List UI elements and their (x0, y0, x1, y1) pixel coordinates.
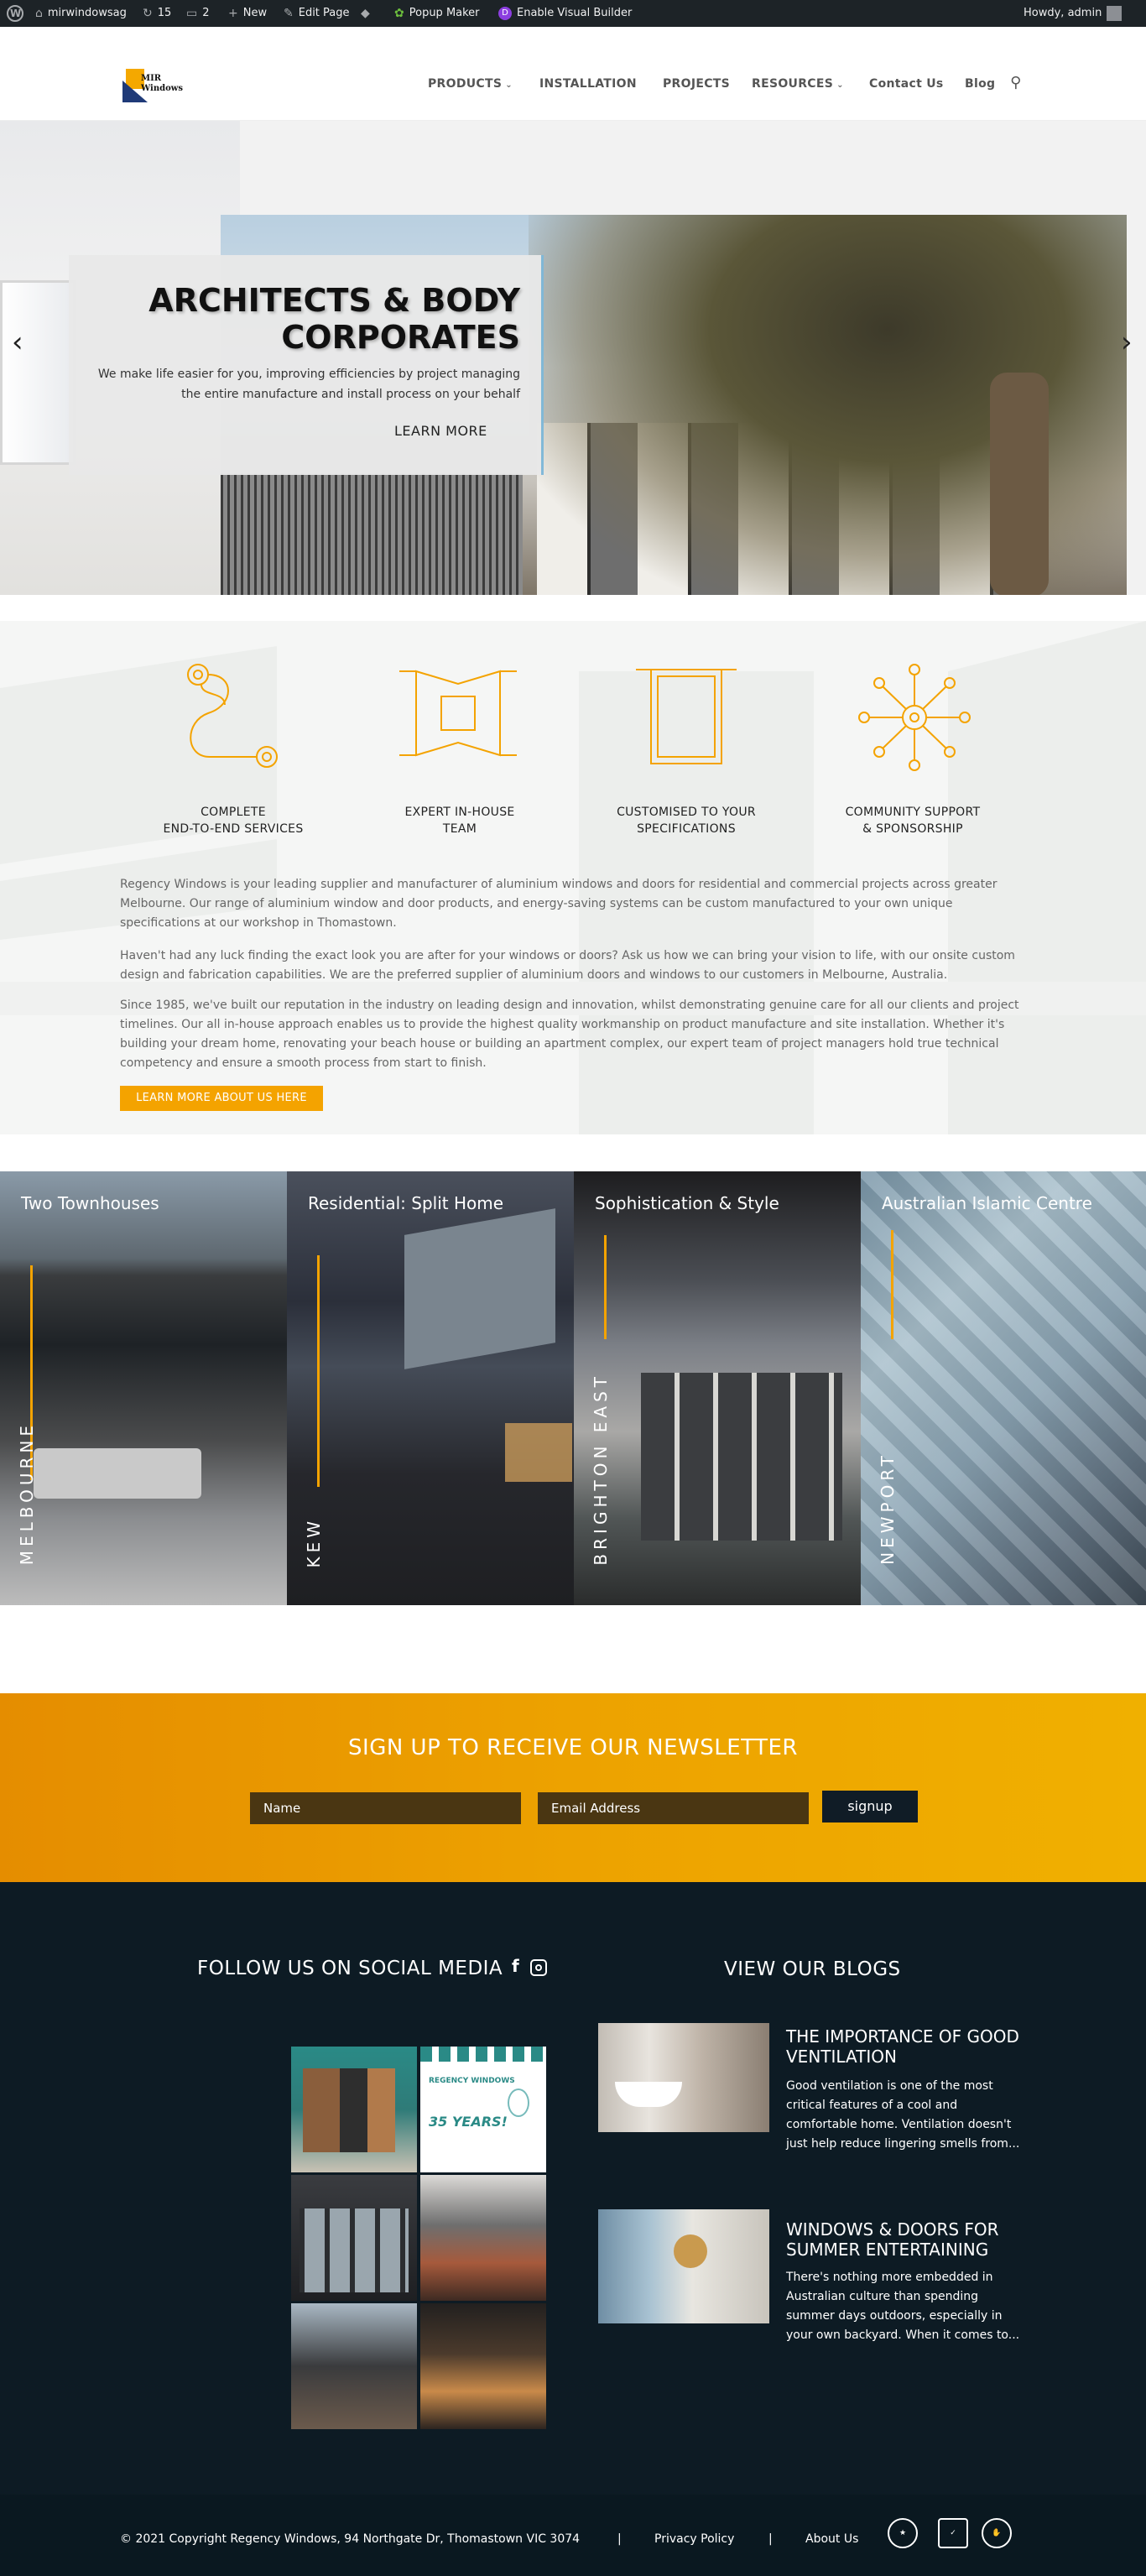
about-paragraph: Regency Windows is your leading supplier… (120, 878, 998, 930)
blog-thumbnail[interactable] (598, 2023, 769, 2132)
wordpress-logo-icon[interactable] (7, 0, 23, 27)
project-card[interactable]: Australian Islamic Centre NEWPORT (861, 1171, 1146, 1605)
project-card[interactable]: Two Townhouses MELBOURNE (0, 1171, 287, 1605)
user-menu[interactable]: Howdy, admin (1024, 0, 1123, 27)
updates-link[interactable]: ↻ 15 (143, 0, 171, 27)
copyright-text: © 2021 Copyright Regency Windows, 94 Nor… (120, 2532, 581, 2546)
project-location: BRIGHTON EAST (591, 1373, 611, 1566)
instagram-tile[interactable]: REGENCY WINDOWS 35 YEARS! (420, 2047, 546, 2172)
blogs-title: VIEW OUR BLOGS (724, 1958, 901, 1980)
instagram-tile[interactable] (291, 2303, 417, 2429)
blog-post-title[interactable]: WINDOWS & DOORS FOR SUMMER ENTERTAINING (786, 2219, 1021, 2260)
about-paragraph: Haven't had any luck finding the exact l… (120, 949, 1015, 982)
instagram-tile[interactable] (291, 2047, 417, 2172)
privacy-policy-link[interactable]: Privacy Policy (654, 2532, 734, 2546)
pencil-icon: ✎ (284, 7, 294, 20)
name-field[interactable]: Name (250, 1792, 521, 1824)
footer-widgets: FOLLOW US ON SOCIAL MEDIA f REGENCY WIND… (0, 1882, 1146, 2495)
popup-maker-link[interactable]: ✿ Popup Maker (394, 0, 480, 27)
site-logo[interactable]: MIR Windows (122, 65, 185, 106)
diamond-link[interactable]: ◆ (361, 0, 370, 27)
footer-bottom-bar: © 2021 Copyright Regency Windows, 94 Nor… (0, 2495, 1146, 2576)
certification-badge-icon: ★ (888, 2518, 918, 2548)
home-icon: ⌂ (35, 7, 43, 20)
refresh-icon: ↻ (143, 7, 153, 20)
new-link[interactable]: + New (228, 0, 267, 27)
hero-subtitle: We make life easier for you, improving e… (97, 368, 520, 401)
project-location: NEWPORT (878, 1452, 898, 1565)
nav-installation[interactable]: INSTALLATION (539, 77, 637, 91)
hero-learn-more-button[interactable]: LEARN MORE (394, 423, 487, 439)
hero-slider: ARCHITECTS & BODY CORPORATES We make life… (0, 121, 1146, 595)
newsletter-section: SIGN UP TO RECEIVE OUR NEWSLETTER Name E… (0, 1693, 1146, 1882)
project-title: Residential: Split Home (308, 1193, 504, 1213)
email-field[interactable]: Email Address (538, 1792, 809, 1824)
window-icon (399, 670, 517, 757)
nav-blog[interactable]: Blog (965, 77, 995, 91)
feature-label: COMMUNITY SUPPORT & SPONSORSHIP (845, 806, 981, 836)
instagram-icon[interactable] (530, 1959, 547, 1976)
nav-contact[interactable]: Contact Us (869, 77, 944, 91)
learn-more-about-us-button[interactable]: LEARN MORE ABOUT US HERE (120, 1086, 323, 1111)
newsletter-title: SIGN UP TO RECEIVE OUR NEWSLETTER (348, 1735, 798, 1760)
blog-excerpt: There's nothing more embedded in Austral… (786, 2271, 1020, 2342)
project-accent-bar (317, 1255, 320, 1487)
popup-maker-icon: ✿ (394, 7, 404, 20)
instagram-tile[interactable] (291, 2175, 417, 2301)
blog-excerpt: Good ventilation is one of the most crit… (786, 2079, 1020, 2151)
about-us-link[interactable]: About Us (805, 2532, 858, 2546)
project-location: KEW (304, 1517, 324, 1568)
comments-link[interactable]: ▭ 2 (186, 0, 210, 27)
visual-builder-link[interactable]: D Enable Visual Builder (498, 0, 632, 27)
feature-label: EXPERT IN-HOUSE TEAM (404, 806, 515, 836)
plus-icon: + (228, 7, 238, 20)
edit-page-link[interactable]: ✎ Edit Page (284, 0, 350, 27)
project-title: Sophistication & Style (595, 1193, 779, 1213)
avatar (1107, 6, 1123, 21)
nav-projects[interactable]: PROJECTS (663, 77, 730, 91)
slider-next-arrow-icon[interactable]: › (1121, 326, 1133, 359)
project-card[interactable]: Residential: Split Home KEW (287, 1171, 574, 1605)
chevron-down-icon: ⌄ (836, 81, 844, 90)
chevron-down-icon: ⌄ (505, 81, 513, 90)
facebook-icon[interactable]: f (512, 1956, 519, 1976)
project-title: Two Townhouses (21, 1193, 159, 1213)
path-icon (187, 664, 278, 768)
about-paragraph: Since 1985, we've built our reputation i… (120, 999, 1019, 1070)
feature-label: CUSTOMISED TO YOUR SPECIFICATIONS (617, 806, 756, 836)
hero-title: ARCHITECTS & BODY CORPORATES (148, 282, 520, 356)
admin-bar: ⌂mirwindowsag ↻15 ▭2 +New ✎Edit Page ◆ ✿… (0, 0, 1146, 27)
diamond-icon: ◆ (361, 7, 370, 20)
search-icon[interactable]: ⚲ (1010, 74, 1021, 91)
nav-resources[interactable]: RESOURCES ⌄ (752, 77, 844, 91)
project-card[interactable]: Sophistication & Style BRIGHTON EAST (574, 1171, 861, 1605)
divi-icon: D (498, 7, 512, 20)
project-title: Australian Islamic Centre (882, 1193, 1092, 1213)
blog-post-title[interactable]: THE IMPORTANCE OF GOOD VENTILATION (786, 2026, 1021, 2067)
social-title: FOLLOW US ON SOCIAL MEDIA (197, 1958, 503, 1979)
blog-thumbnail[interactable] (598, 2209, 769, 2323)
frame-icon (636, 669, 737, 764)
slider-prev-arrow-icon[interactable]: ‹ (12, 326, 23, 359)
nav-products[interactable]: PRODUCTS ⌄ (428, 77, 513, 91)
project-accent-bar (891, 1230, 893, 1339)
feature-label: COMPLETE END-TO-END SERVICES (163, 806, 304, 836)
comment-icon: ▭ (186, 7, 198, 20)
certification-badge-icon: ✋ (982, 2518, 1012, 2548)
network-icon (858, 664, 971, 771)
certification-badge-icon: ✓ (938, 2518, 968, 2548)
signup-button[interactable]: signup (822, 1791, 918, 1822)
project-location: MELBOURNE (17, 1421, 37, 1566)
instagram-tile[interactable] (420, 2303, 546, 2429)
project-accent-bar (604, 1235, 607, 1339)
instagram-tile[interactable] (420, 2175, 546, 2301)
features-section: COMPLETE END-TO-END SERVICES EXPERT IN-HO… (0, 621, 1146, 1134)
site-name-link[interactable]: ⌂ mirwindowsag (35, 0, 127, 27)
